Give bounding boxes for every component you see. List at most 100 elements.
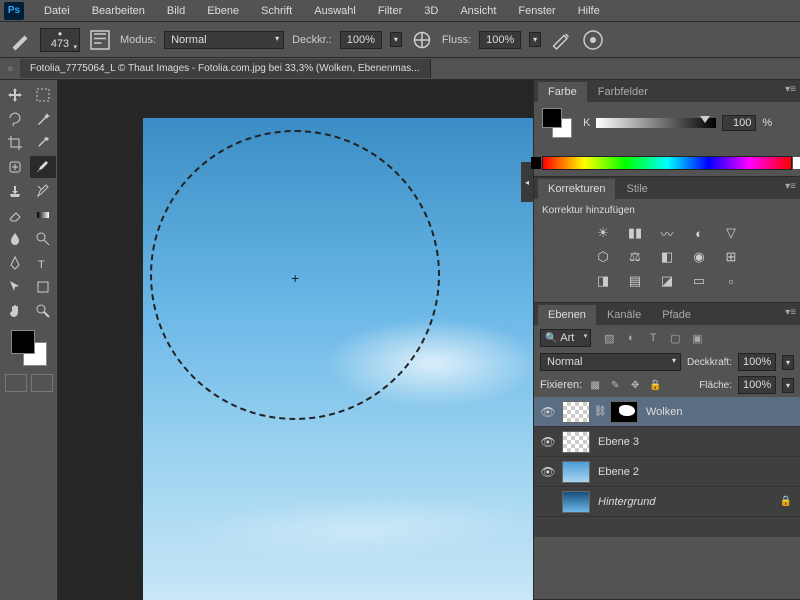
filter-type-icon[interactable]: T [645,330,661,346]
photo-filter-icon[interactable]: ◉ [689,248,709,266]
pen-tool[interactable] [2,252,28,274]
posterize-icon[interactable]: ▤ [625,272,645,290]
panel-fg-swatch[interactable] [542,108,562,128]
gradient-tool[interactable] [30,204,56,226]
menu-auswahl[interactable]: Auswahl [304,2,366,20]
tab-ebenen[interactable]: Ebenen [538,305,596,325]
layer-name[interactable]: Wolken [642,406,796,418]
menu-schrift[interactable]: Schrift [251,2,302,20]
path-selection-tool[interactable] [2,276,28,298]
layer-blend-mode[interactable]: Normal [540,353,681,371]
balance-icon[interactable]: ⚖ [625,248,645,266]
brush-preset-picker[interactable]: • 473 [40,28,80,52]
layer-name[interactable]: Ebene 3 [594,436,796,448]
canvas-area[interactable]: + ◂ [58,80,533,600]
channel-mixer-icon[interactable]: ⊞ [721,248,741,266]
hue-icon[interactable]: ⬡ [593,248,613,266]
layer-row-ebene2[interactable]: 👁 Ebene 2 [534,457,800,487]
airbrush-icon[interactable] [549,28,573,52]
visibility-toggle[interactable]: 👁 [538,465,558,479]
layer-filter-kind[interactable]: 🔍 Art [540,329,591,347]
flow-input[interactable]: 100% [479,31,521,49]
filter-pixel-icon[interactable]: ▨ [601,330,617,346]
tab-farbfelder[interactable]: Farbfelder [588,82,658,102]
filter-smart-icon[interactable]: ▣ [689,330,705,346]
blend-mode-dropdown[interactable]: Normal [164,31,284,49]
mask-link-icon[interactable]: ⛓ [594,406,606,417]
opacity-stepper[interactable]: ▾ [390,32,402,47]
tab-farbe[interactable]: Farbe [538,82,587,102]
screen-mode-button[interactable] [31,374,53,392]
curves-icon[interactable]: 〰 [657,224,677,242]
mask-thumb[interactable] [610,401,638,423]
zoom-tool[interactable] [30,300,56,322]
selective-color-icon[interactable]: ▫ [721,272,741,290]
lock-pixels-icon[interactable]: ✎ [608,378,622,392]
eraser-tool[interactable] [2,204,28,226]
move-tool[interactable] [2,84,28,106]
shape-tool[interactable] [30,276,56,298]
menu-datei[interactable]: Datei [34,2,80,20]
eyedropper-tool[interactable] [30,132,56,154]
clone-stamp-tool[interactable] [2,180,28,202]
dodge-tool[interactable] [30,228,56,250]
hand-tool[interactable] [2,300,28,322]
brush-tool[interactable] [30,156,56,178]
invert-icon[interactable]: ◨ [593,272,613,290]
marquee-tool[interactable] [30,84,56,106]
foreground-color-swatch[interactable] [11,330,35,354]
brush-panel-toggle-icon[interactable] [88,28,112,52]
standard-mode-button[interactable] [5,374,27,392]
layer-name[interactable]: Ebene 2 [594,466,796,478]
tab-pfade[interactable]: Pfade [652,305,701,325]
pressure-opacity-icon[interactable] [410,28,434,52]
menu-bild[interactable]: Bild [157,2,195,20]
dock-handle-icon[interactable]: » [0,63,20,75]
threshold-icon[interactable]: ◪ [657,272,677,290]
menu-bearbeiten[interactable]: Bearbeiten [82,2,155,20]
layer-opacity-stepper[interactable]: ▾ [782,355,794,370]
fill-stepper[interactable]: ▾ [782,378,794,393]
layer-thumb[interactable] [562,491,590,513]
lasso-tool[interactable] [2,108,28,130]
bw-icon[interactable]: ◧ [657,248,677,266]
filter-adjust-icon[interactable]: ◐ [623,330,639,346]
layer-thumb[interactable] [562,461,590,483]
panel-menu-icon[interactable]: ▾≡ [785,181,796,192]
menu-ebene[interactable]: Ebene [197,2,249,20]
visibility-toggle[interactable]: 👁 [538,435,558,449]
color-swatches[interactable] [11,330,47,366]
opacity-input[interactable]: 100% [340,31,382,49]
panel-menu-icon[interactable]: ▾≡ [785,307,796,318]
panel-color-swatches[interactable] [542,108,572,138]
levels-icon[interactable]: ▮▮ [625,224,645,242]
visibility-toggle[interactable]: 👁 [538,405,558,419]
type-tool[interactable]: T [30,252,56,274]
tab-korrekturen[interactable]: Korrekturen [538,179,615,199]
flow-stepper[interactable]: ▾ [529,32,541,47]
menu-filter[interactable]: Filter [368,2,412,20]
layer-thumb[interactable] [562,401,590,423]
menu-hilfe[interactable]: Hilfe [568,2,610,20]
tab-stile[interactable]: Stile [616,179,657,199]
layer-row-wolken[interactable]: 👁 ⛓ Wolken [534,397,800,427]
healing-brush-tool[interactable] [2,156,28,178]
magic-wand-tool[interactable] [30,108,56,130]
lock-transparency-icon[interactable]: ▩ [588,378,602,392]
tab-kanaele[interactable]: Kanäle [597,305,651,325]
lock-all-icon[interactable]: 🔒 [648,378,662,392]
blur-tool[interactable] [2,228,28,250]
history-brush-tool[interactable] [30,180,56,202]
pressure-size-icon[interactable] [581,28,605,52]
lock-position-icon[interactable]: ✥ [628,378,642,392]
filter-shape-icon[interactable]: ▢ [667,330,683,346]
fill-input[interactable]: 100% [738,376,776,394]
document-tab[interactable]: Fotolia_7775064_L © Thaut Images - Fotol… [20,59,431,78]
layer-row-hintergrund[interactable]: Hintergrund 🔒 [534,487,800,517]
k-value-input[interactable]: 100 [722,115,756,131]
color-spectrum[interactable] [542,156,792,170]
layer-thumb[interactable] [562,431,590,453]
menu-fenster[interactable]: Fenster [508,2,565,20]
brightness-icon[interactable]: ☀ [593,224,613,242]
vibrance-icon[interactable]: ▽ [721,224,741,242]
